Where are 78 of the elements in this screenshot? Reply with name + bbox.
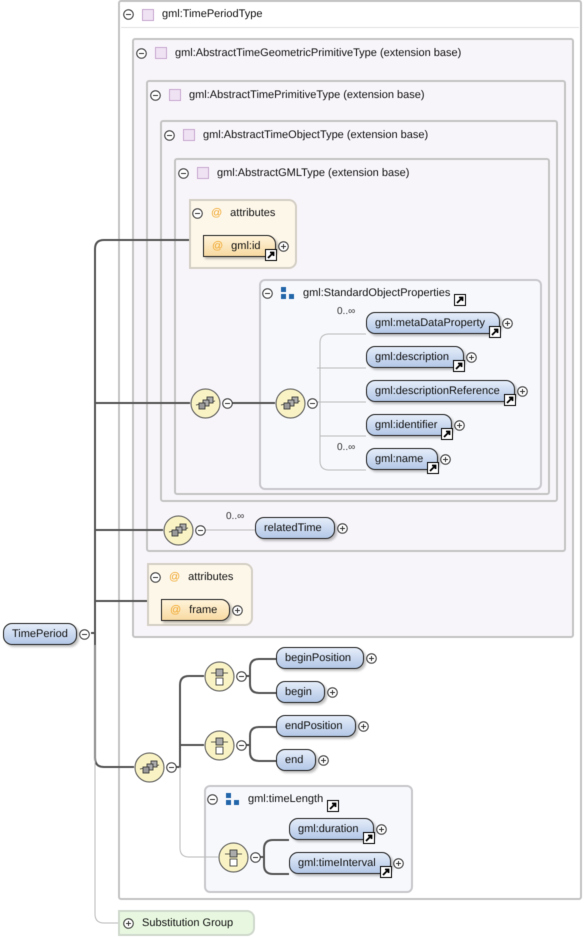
occurrence-label: 0..∞ bbox=[337, 305, 356, 319]
expand-icon[interactable] bbox=[123, 918, 134, 928]
element-name: gml:name bbox=[375, 452, 424, 467]
occurrence-label: 0..∞ bbox=[226, 510, 244, 524]
link-arrow-icon[interactable] bbox=[489, 326, 502, 338]
at-sign-icon: @ bbox=[169, 568, 180, 586]
type-title: gml:AbstractTimeObjectType (extension base) bbox=[203, 128, 428, 143]
sequence-icon[interactable] bbox=[163, 515, 195, 547]
choice-icon[interactable] bbox=[204, 730, 236, 762]
link-arrow-icon[interactable] bbox=[264, 249, 277, 261]
type-icon bbox=[197, 167, 209, 179]
element-name: gml:timeInterval bbox=[298, 856, 376, 871]
element-node[interactable]: beginPosition bbox=[276, 647, 364, 669]
link-arrow-icon[interactable] bbox=[441, 428, 454, 440]
type-title: gml:TimePeriodType bbox=[162, 7, 262, 22]
type-title: gml:AbstractTimePrimitiveType (extension base) bbox=[189, 88, 425, 103]
element-node[interactable]: @ frame bbox=[161, 599, 230, 621]
element-name: beginPosition bbox=[285, 650, 352, 666]
link-arrow-icon[interactable] bbox=[362, 832, 375, 844]
link-arrow-icon[interactable] bbox=[427, 462, 440, 474]
collapse-icon[interactable] bbox=[178, 168, 189, 178]
element-name: gml:descriptionReference bbox=[375, 384, 500, 399]
collapse-icon[interactable] bbox=[192, 208, 203, 218]
link-arrow-icon[interactable] bbox=[327, 800, 340, 812]
choice-icon[interactable] bbox=[204, 661, 236, 693]
type-icon bbox=[169, 89, 181, 101]
type-icon bbox=[155, 47, 167, 59]
collapse-icon[interactable] bbox=[150, 90, 161, 100]
type-icon bbox=[142, 8, 154, 20]
sequence-icon[interactable] bbox=[190, 388, 222, 420]
element-node[interactable]: relatedTime bbox=[255, 517, 335, 539]
group-title: gml:StandardObjectProperties bbox=[303, 284, 464, 302]
choice-icon[interactable] bbox=[218, 842, 250, 874]
substitution-group-box[interactable]: Substitution Group bbox=[118, 910, 255, 936]
link-arrow-icon[interactable] bbox=[380, 866, 392, 878]
element-node[interactable]: end bbox=[276, 749, 316, 771]
group-icon bbox=[281, 287, 295, 299]
substitution-group-label: Substitution Group bbox=[142, 916, 234, 931]
type-icon bbox=[183, 129, 195, 141]
connector-line bbox=[245, 658, 277, 694]
root-element-node[interactable]: TimePeriod bbox=[3, 623, 77, 645]
at-sign-icon: @ bbox=[170, 602, 182, 618]
element-name: gml:identifier bbox=[375, 418, 438, 433]
element-name: gml:id bbox=[231, 238, 261, 254]
element-node[interactable]: endPosition bbox=[276, 715, 356, 737]
element-name: begin bbox=[285, 684, 312, 700]
group-icon bbox=[226, 793, 240, 805]
link-arrow-icon[interactable] bbox=[504, 394, 516, 406]
link-arrow-icon[interactable] bbox=[454, 294, 466, 306]
attributes-title: attributes bbox=[230, 206, 276, 221]
at-sign-icon: @ bbox=[212, 238, 224, 254]
type-title: gml:AbstractGMLType (extension base) bbox=[217, 166, 410, 181]
link-arrow-icon[interactable] bbox=[452, 360, 465, 372]
element-name: gml:metaDataProperty bbox=[375, 316, 486, 331]
element-name: frame bbox=[189, 602, 218, 618]
collapse-icon[interactable] bbox=[123, 9, 134, 20]
connector-line bbox=[232, 402, 275, 404]
collapse-icon[interactable] bbox=[136, 48, 147, 58]
attributes-title: attributes bbox=[188, 570, 234, 585]
element-name: gml:description bbox=[375, 350, 449, 365]
group-title: gml:timeLength bbox=[248, 790, 338, 808]
type-title: gml:AbstractTimeGeometricPrimitiveType (extension base) bbox=[175, 46, 462, 61]
connector-line bbox=[245, 726, 277, 762]
element-name: end bbox=[285, 752, 304, 768]
collapse-icon[interactable] bbox=[78, 628, 90, 640]
connector-line bbox=[259, 839, 290, 875]
collapse-icon[interactable] bbox=[207, 794, 218, 804]
sequence-icon[interactable] bbox=[134, 752, 166, 784]
element-node[interactable]: begin bbox=[276, 681, 325, 703]
collapse-icon[interactable] bbox=[262, 288, 273, 298]
element-name: endPosition bbox=[285, 718, 342, 734]
collapse-icon[interactable] bbox=[164, 130, 175, 140]
element-name: gml:duration bbox=[298, 822, 359, 837]
collapse-icon[interactable] bbox=[150, 572, 161, 582]
at-sign-icon: @ bbox=[211, 204, 222, 222]
sequence-icon[interactable] bbox=[275, 388, 307, 420]
element-name: relatedTime bbox=[264, 520, 322, 536]
occurrence-label: 0..∞ bbox=[337, 441, 356, 455]
